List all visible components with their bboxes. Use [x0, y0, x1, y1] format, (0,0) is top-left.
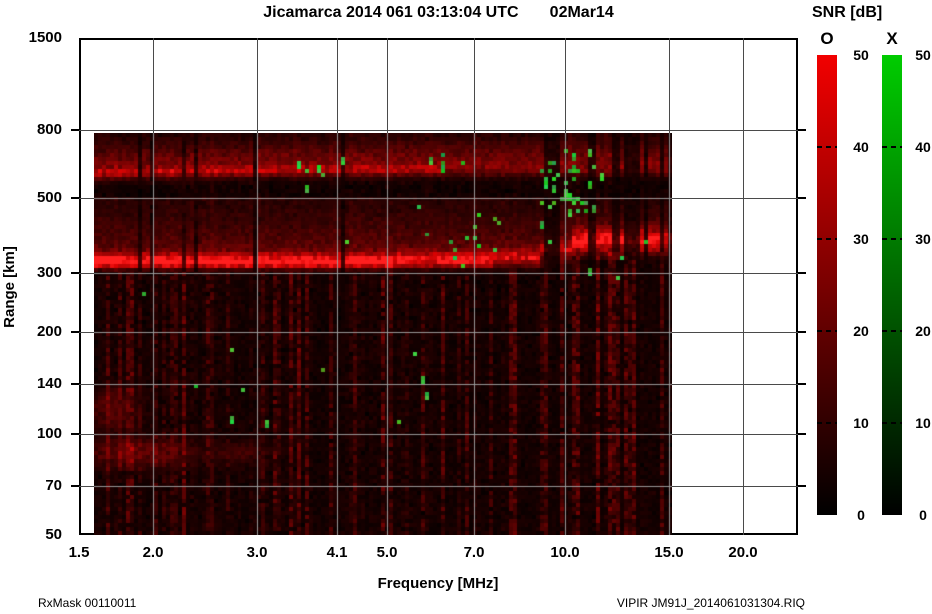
x-axis-label: Frequency [MHz] — [288, 575, 588, 592]
colorbar-tick-label-X-20: 20 — [906, 323, 932, 339]
y-tick-label-800: 800 — [18, 121, 62, 139]
ionogram-page: Jicamarca 2014 061 03:13:04 UTC 02Mar14 … — [0, 0, 932, 614]
x-tick-label-1.5: 1.5 — [56, 544, 102, 562]
y-tick-label-500: 500 — [18, 189, 62, 207]
x-tick-label-15: 15.0 — [646, 544, 692, 562]
colorbar-dash-O-40 — [817, 146, 837, 148]
y-tick-label-200: 200 — [18, 323, 62, 341]
footer-filename: VIPIR JM91J_2014061031304.RIQ — [490, 596, 805, 610]
colorbar-tick-label-O-30: 30 — [844, 231, 878, 247]
colorbar-dash-X-30 — [882, 238, 902, 240]
tick-right-500 — [798, 197, 806, 199]
gridline-h-800 — [79, 130, 798, 131]
gridline-v-20 — [743, 38, 744, 535]
tick-left-70 — [71, 485, 79, 487]
colorbar-dash-O-10 — [817, 422, 837, 424]
x-tick-label-4.1: 4.1 — [314, 544, 360, 562]
x-tick-label-3: 3.0 — [234, 544, 280, 562]
x-tick-label-20: 20.0 — [720, 544, 766, 562]
y-tick-label-100: 100 — [18, 425, 62, 443]
y-axis-label: Range [km] — [1, 217, 19, 357]
footer-rxmask: RxMask 00110011 — [38, 596, 136, 610]
y-tick-label-300: 300 — [18, 264, 62, 282]
y-tick-label-1500: 1500 — [18, 29, 62, 47]
tick-left-100 — [71, 433, 79, 435]
colorbar-tick-label-X-10: 10 — [906, 415, 932, 431]
tick-left-140 — [71, 383, 79, 385]
colorbar-X — [882, 55, 902, 515]
colorbar-dash-O-20 — [817, 330, 837, 332]
tick-right-140 — [798, 383, 806, 385]
tick-left-500 — [71, 197, 79, 199]
y-tick-label-50: 50 — [18, 526, 62, 544]
tick-left-800 — [71, 129, 79, 131]
x-tick-label-2: 2.0 — [130, 544, 176, 562]
colorbar-dash-X-40 — [882, 146, 902, 148]
tick-left-300 — [71, 272, 79, 274]
ionogram-heatmap-canvas — [94, 133, 672, 535]
x-tick-label-5: 5.0 — [364, 544, 410, 562]
colorbar-tick-label-O-0: 0 — [844, 507, 878, 523]
colorbar-tick-label-X-30: 30 — [906, 231, 932, 247]
tick-right-100 — [798, 433, 806, 435]
tick-left-200 — [71, 331, 79, 333]
plot-title: Jicamarca 2014 061 03:13:04 UTC 02Mar14 — [79, 4, 798, 22]
colorbar-tick-label-O-10: 10 — [844, 415, 878, 431]
x-tick-label-10: 10.0 — [542, 544, 588, 562]
colorbar-mode-label-X: X — [882, 29, 902, 49]
colorbar-dash-X-20 — [882, 330, 902, 332]
colorbar-dash-O-30 — [817, 238, 837, 240]
x-tick-label-7: 7.0 — [451, 544, 497, 562]
tick-right-300 — [798, 272, 806, 274]
y-tick-label-140: 140 — [18, 375, 62, 393]
colorbar-O — [817, 55, 837, 515]
colorbar-tick-label-O-20: 20 — [844, 323, 878, 339]
colorbar-tick-label-X-40: 40 — [906, 139, 932, 155]
tick-right-800 — [798, 129, 806, 131]
colorbar-mode-label-O: O — [817, 29, 837, 49]
tick-right-70 — [798, 485, 806, 487]
colorbar-title: SNR [dB] — [812, 4, 882, 22]
colorbar-tick-label-O-40: 40 — [844, 139, 878, 155]
tick-right-200 — [798, 331, 806, 333]
colorbar-tick-label-X-50: 50 — [906, 47, 932, 63]
colorbar-dash-X-10 — [882, 422, 902, 424]
colorbar-tick-label-O-50: 50 — [844, 47, 878, 63]
colorbar-tick-label-X-0: 0 — [906, 507, 932, 523]
y-tick-label-70: 70 — [18, 477, 62, 495]
